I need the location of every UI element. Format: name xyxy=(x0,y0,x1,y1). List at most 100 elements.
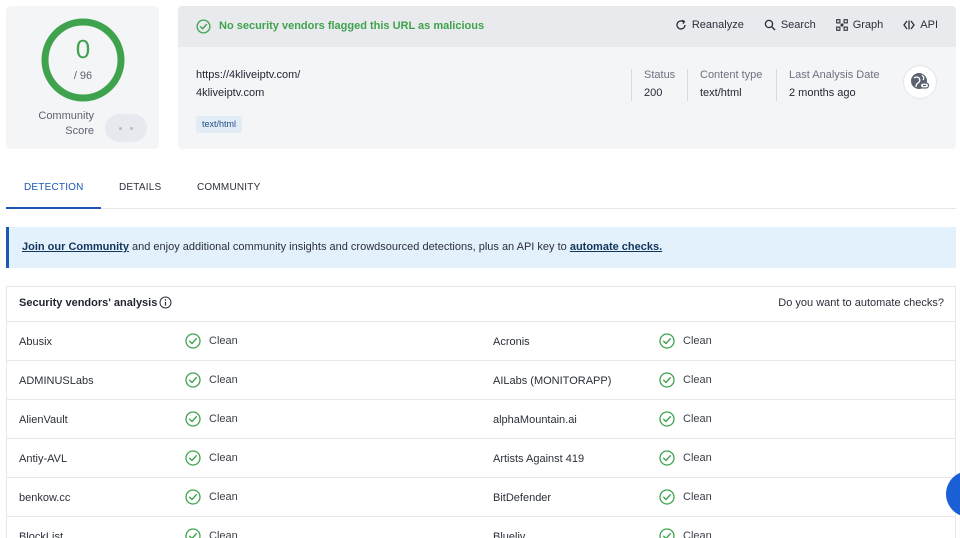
table-row: Abusix Clean Acronis Clean xyxy=(7,321,955,360)
check-circle-icon xyxy=(185,333,201,349)
check-circle-icon xyxy=(659,489,675,505)
vendor-result: Clean xyxy=(185,489,238,505)
tab-details[interactable]: DETAILS xyxy=(119,182,161,193)
vendor-result: Clean xyxy=(659,333,712,349)
vendor-result-label: Clean xyxy=(209,530,238,538)
vendor-result-label: Clean xyxy=(683,491,712,503)
automate-checks-link[interactable]: automate checks. xyxy=(570,241,662,253)
detection-score-card: 0 / 96 Community Score xyxy=(6,6,159,149)
search-button[interactable]: Search xyxy=(764,19,816,31)
tab-community[interactable]: COMMUNITY xyxy=(197,182,260,193)
vendor-result-label: Clean xyxy=(209,374,238,386)
vote-dot-icon xyxy=(119,127,122,130)
vendors-analysis-title: Security vendors' analysis xyxy=(19,297,158,309)
info-icon[interactable] xyxy=(159,296,172,309)
vendor-result-label: Clean xyxy=(209,452,238,464)
content-type-key: Content type xyxy=(700,69,763,81)
vendor-result-label: Clean xyxy=(209,491,238,503)
api-label: API xyxy=(920,19,938,31)
check-circle-icon xyxy=(185,528,201,538)
result-tabs: DETECTION DETAILS COMMUNITY xyxy=(6,168,956,209)
community-score-vote[interactable] xyxy=(105,114,147,142)
status-key: Status xyxy=(644,69,676,81)
reanalyze-button[interactable]: Reanalyze xyxy=(675,19,744,31)
vendor-name-antiy-avl: Antiy-AVL xyxy=(19,453,68,465)
url-globe-button[interactable] xyxy=(904,66,936,98)
graph-icon xyxy=(835,19,848,31)
status-value: 200 xyxy=(644,87,663,99)
tab-detection[interactable]: DETECTION xyxy=(24,182,84,193)
check-circle-icon xyxy=(185,489,201,505)
vendor-name-abusix: Abusix xyxy=(19,336,53,348)
vendor-result: Clean xyxy=(659,411,712,427)
total-vendors: / 96 xyxy=(73,70,93,82)
vendor-result: Clean xyxy=(659,489,712,505)
vendor-result-label: Clean xyxy=(683,335,712,347)
refresh-icon xyxy=(676,19,686,30)
community-promo-banner: Join our Community and enjoy additional … xyxy=(6,227,956,268)
detection-count: 0 xyxy=(75,34,91,64)
check-circle-icon xyxy=(185,372,201,388)
check-circle-icon xyxy=(659,372,675,388)
last-analysis-field: Last Analysis Date 2 months ago xyxy=(789,69,880,99)
api-icon xyxy=(903,20,916,30)
content-type-field: Content type text/html xyxy=(700,69,762,99)
check-circle-icon xyxy=(185,411,201,427)
content-type-value: text/html xyxy=(700,87,742,99)
vendor-name-blueliv: Blueliv xyxy=(493,531,526,538)
community-score-label: Community Score xyxy=(38,110,94,137)
vendor-result: Clean xyxy=(185,333,238,349)
vendor-result: Clean xyxy=(659,372,712,388)
check-circle-icon xyxy=(659,411,675,427)
vendor-result-label: Clean xyxy=(209,335,238,347)
globe-link-icon xyxy=(911,73,930,89)
vendor-result-label: Clean xyxy=(683,374,712,386)
graph-label: Graph xyxy=(852,19,884,31)
vendor-result-label: Clean xyxy=(683,452,712,464)
active-tab-indicator xyxy=(6,207,101,209)
last-analysis-value: 2 months ago xyxy=(789,87,856,99)
vendor-result: Clean xyxy=(185,411,238,427)
search-label: Search xyxy=(780,19,816,31)
automate-checks-prompt[interactable]: Do you want to automate checks? xyxy=(778,297,944,309)
table-row: BlockList Clean Blueliv Clean xyxy=(7,516,955,538)
url-info-card: No security vendors flagged this URL as … xyxy=(178,6,956,149)
vendor-name-ailabs-monitorapp: AILabs (MONITORAPP) xyxy=(493,375,612,387)
check-circle-icon xyxy=(659,528,675,538)
vendor-result: Clean xyxy=(659,450,712,466)
vote-dot-icon xyxy=(130,127,133,130)
table-row: Antiy-AVL Clean Artists Against 419 Clean xyxy=(7,438,955,477)
vendors-analysis-panel: Security vendors' analysis Do you want t… xyxy=(6,286,956,538)
meta-divider xyxy=(687,69,688,101)
table-row: AlienVault Clean alphaMountain.ai Clean xyxy=(7,399,955,438)
vendor-result: Clean xyxy=(659,528,712,538)
join-community-link[interactable]: Join our Community xyxy=(22,241,129,253)
vendor-name-acronis: Acronis xyxy=(493,336,530,348)
table-row: benkow.cc Clean BitDefender Clean xyxy=(7,477,955,516)
check-circle-icon xyxy=(659,333,675,349)
last-analysis-key: Last Analysis Date xyxy=(789,69,880,81)
status-field: Status 200 xyxy=(644,69,675,99)
vendor-result: Clean xyxy=(185,372,238,388)
action-bar: Reanalyze Search Graph API xyxy=(675,19,938,31)
check-circle-icon xyxy=(185,450,201,466)
content-type-tag[interactable]: text/html xyxy=(196,116,243,133)
meta-divider xyxy=(631,69,632,101)
vendor-result: Clean xyxy=(185,450,238,466)
vendor-name-alienvault: AlienVault xyxy=(19,414,68,426)
api-button[interactable]: API xyxy=(903,19,938,31)
vendor-name-alphamountain-ai: alphaMountain.ai xyxy=(493,414,577,426)
table-row: ADMINUSLabs Clean AILabs (MONITORAPP) Clean xyxy=(7,360,955,399)
reanalyze-label: Reanalyze xyxy=(691,19,744,31)
vendor-name-blocklist: BlockList xyxy=(19,531,64,538)
verdict-message: No security vendors flagged this URL as … xyxy=(219,20,485,32)
graph-button[interactable]: Graph xyxy=(835,19,884,31)
vendor-name-bitdefender: BitDefender xyxy=(493,492,552,504)
vendor-name-adminuslabs: ADMINUSLabs xyxy=(19,375,94,387)
search-icon xyxy=(764,19,776,31)
vendor-name-benkow-cc: benkow.cc xyxy=(19,492,71,504)
vendor-result-label: Clean xyxy=(683,530,712,538)
vendor-result: Clean xyxy=(185,528,238,538)
analyzed-url: https://4kliveiptv.com/ xyxy=(196,69,301,81)
vendor-result-label: Clean xyxy=(209,413,238,425)
